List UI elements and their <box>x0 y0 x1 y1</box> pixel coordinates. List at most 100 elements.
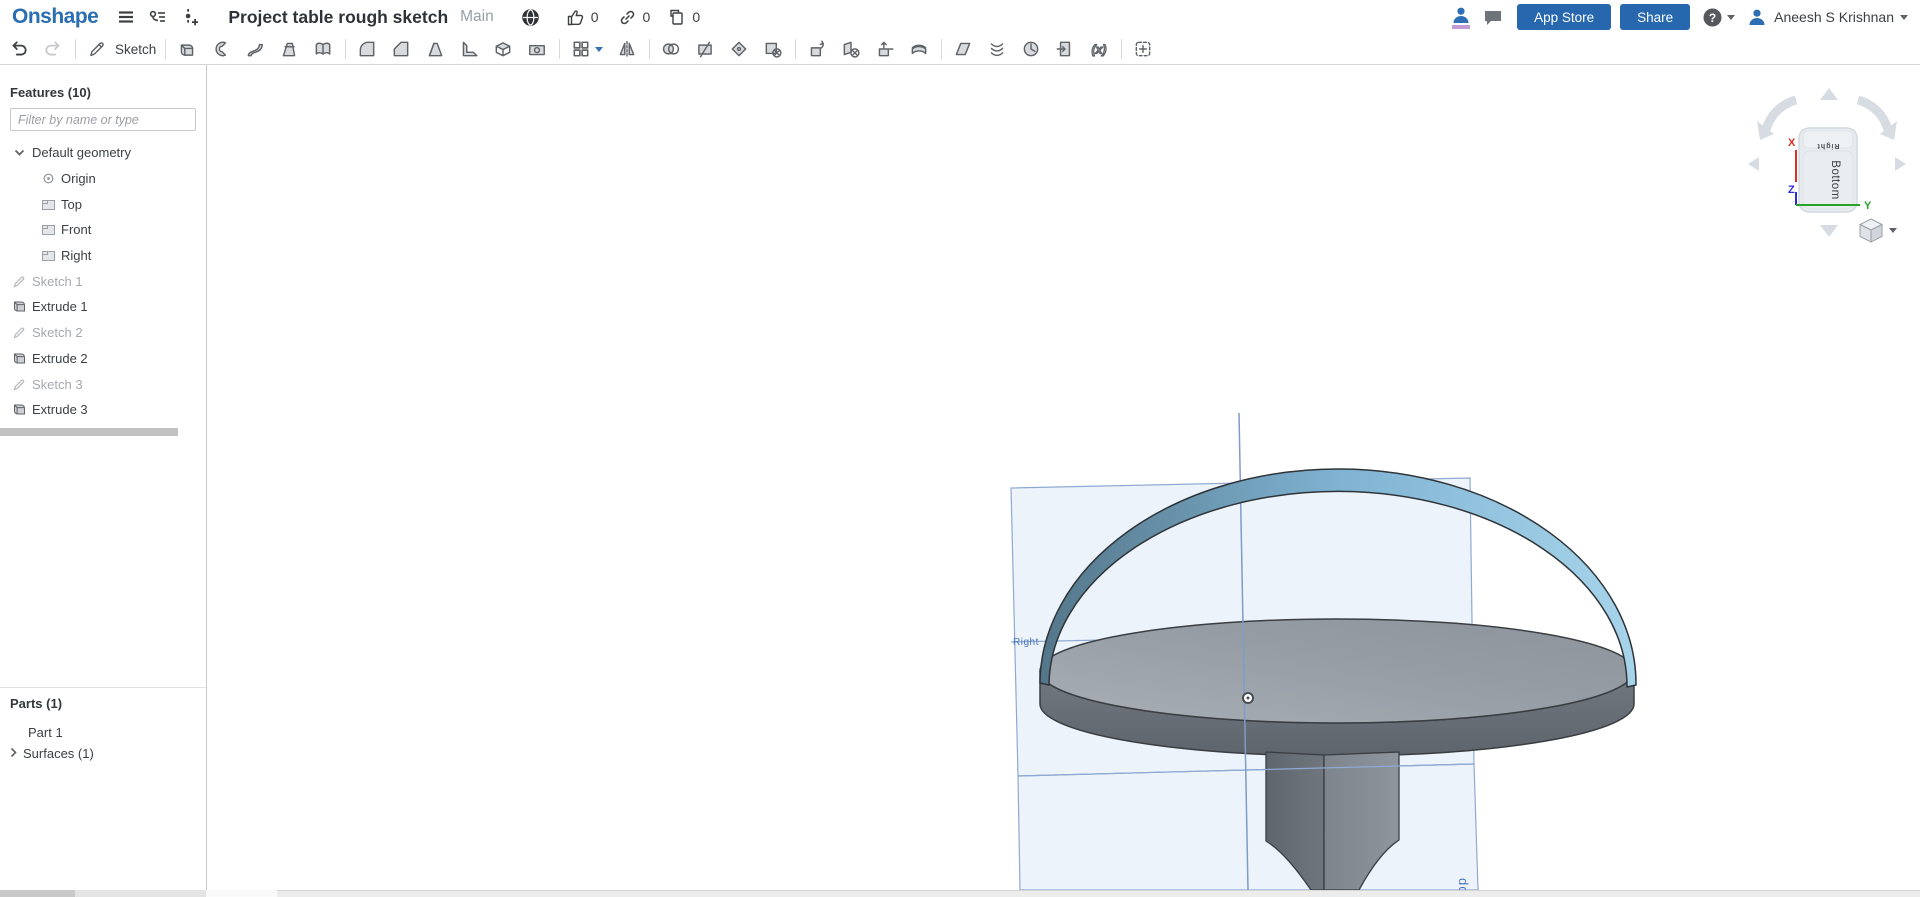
custom-feature-button[interactable] <box>1130 36 1156 62</box>
table-top-part[interactable] <box>1039 618 1635 757</box>
tree-item-extrude2[interactable]: Extrude 2 <box>0 346 206 372</box>
help-icon[interactable]: ? <box>1702 7 1736 28</box>
cube-front-face-label[interactable]: Bottom <box>1829 160 1841 199</box>
replace-face-button[interactable] <box>838 36 864 62</box>
sketch-button[interactable] <box>84 36 110 62</box>
tree-item-plane-top[interactable]: Top <box>0 191 206 217</box>
table-top-face[interactable] <box>1039 618 1635 724</box>
view-options-button[interactable] <box>1858 218 1897 243</box>
tree-item-plane-front[interactable]: Front <box>0 217 206 243</box>
sketch-icon <box>11 325 27 341</box>
loft-button[interactable] <box>276 36 302 62</box>
tree-item-extrude1[interactable]: Extrude 1 <box>0 294 206 320</box>
transform-button[interactable] <box>872 36 898 62</box>
like-counter[interactable]: 0 <box>566 8 599 27</box>
fillet-button[interactable] <box>354 36 380 62</box>
tree-item-sketch2[interactable]: Sketch 2 <box>0 320 206 346</box>
surfaces-group[interactable]: Surfaces (1) <box>8 746 94 761</box>
onshape-logo[interactable]: Onshape <box>12 5 99 29</box>
view-cube[interactable]: Right Bottom <box>1798 127 1858 213</box>
sweep-button[interactable] <box>242 36 268 62</box>
roll-ccw-arrow-icon[interactable] <box>1761 95 1798 132</box>
view-cube-widget[interactable]: Right Bottom X Z Y <box>1744 78 1910 244</box>
cube-top-face-label[interactable]: Right <box>1817 142 1840 149</box>
app-header: Onshape Project table rough sketch Main … <box>0 0 1920 34</box>
hamburger-menu-icon[interactable] <box>117 8 135 26</box>
share-button[interactable]: Share <box>1620 4 1691 30</box>
tree-item-sketch3[interactable]: Sketch 3 <box>0 371 206 397</box>
toolbar-separator <box>345 39 347 59</box>
point-button[interactable] <box>1018 36 1044 62</box>
user-menu-caret-icon[interactable] <box>1900 14 1908 20</box>
bottom-tab-active[interactable] <box>0 890 75 897</box>
tree-item-default-geometry[interactable]: Default geometry <box>0 140 206 166</box>
undo-button[interactable] <box>6 36 32 62</box>
versions-history-icon[interactable] <box>148 8 167 27</box>
presence-avatar[interactable] <box>1451 5 1471 29</box>
variable-button[interactable]: (x) <box>1086 36 1112 62</box>
y-axis-label: Y <box>1864 200 1872 212</box>
hole-button[interactable] <box>524 36 550 62</box>
svg-text:(x): (x) <box>1092 43 1107 57</box>
plane-icon <box>40 222 56 238</box>
horizontal-scrollbar[interactable] <box>0 428 178 436</box>
extrude-icon <box>11 350 27 366</box>
chat-icon[interactable] <box>1483 7 1503 27</box>
chevron-down-icon[interactable] <box>11 145 27 161</box>
tree-item-plane-right[interactable]: Right <box>0 243 206 269</box>
shell-button[interactable] <box>490 36 516 62</box>
toolbar-separator <box>649 39 651 59</box>
bottom-tab-bar[interactable] <box>277 890 1920 897</box>
move-face-button[interactable] <box>804 36 830 62</box>
document-title: Project table rough sketch <box>228 6 449 27</box>
boolean-button[interactable] <box>658 36 684 62</box>
tree-item-origin[interactable]: Origin <box>0 166 206 192</box>
features-panel-title: Features (10) <box>10 85 91 100</box>
linear-pattern-button[interactable] <box>568 36 606 62</box>
revolve-button[interactable] <box>208 36 234 62</box>
sketch-button-label[interactable]: Sketch <box>115 42 156 57</box>
panel-divider <box>0 687 206 688</box>
insert-element-icon[interactable] <box>182 8 199 27</box>
part-item[interactable]: Part 1 <box>28 725 63 740</box>
workspace-name[interactable]: Main <box>460 8 494 26</box>
parts-panel-title: Parts (1) <box>10 696 63 711</box>
feature-toolbar: Sketch (x) <box>0 34 1920 65</box>
user-avatar[interactable] <box>1747 7 1767 27</box>
mirror-button[interactable] <box>614 36 640 62</box>
redo-button[interactable] <box>40 36 66 62</box>
feature-filter-input[interactable] <box>10 108 196 131</box>
tree-item-sketch1[interactable]: Sketch 1 <box>0 268 206 294</box>
helix-button[interactable] <box>984 36 1010 62</box>
bottom-tab-bar-gap <box>206 890 277 897</box>
extrude-button[interactable] <box>174 36 200 62</box>
link-counter[interactable]: 0 <box>618 8 650 27</box>
plane-button[interactable] <box>950 36 976 62</box>
app-store-button[interactable]: App Store <box>1517 4 1612 30</box>
delete-face-button[interactable] <box>760 36 786 62</box>
user-name[interactable]: Aneesh S Krishnan <box>1774 9 1894 25</box>
modify-fillet-button[interactable] <box>726 36 752 62</box>
draft-button[interactable] <box>422 36 448 62</box>
plane-icon <box>40 196 56 212</box>
split-button[interactable] <box>692 36 718 62</box>
tree-item-extrude3[interactable]: Extrude 3 <box>0 397 206 423</box>
offset-surface-button[interactable] <box>906 36 932 62</box>
svg-text:?: ? <box>1709 11 1716 25</box>
globe-icon[interactable] <box>521 8 540 27</box>
model-canvas[interactable]: Right Top <box>207 65 1920 890</box>
pattern-dropdown-caret-icon[interactable] <box>595 46 604 52</box>
thicken-button[interactable] <box>310 36 336 62</box>
origin-point[interactable] <box>1242 692 1254 704</box>
rib-button[interactable] <box>456 36 482 62</box>
extrude-icon <box>11 299 27 315</box>
derived-button[interactable] <box>1052 36 1078 62</box>
roll-cw-arrow-icon[interactable] <box>1856 95 1893 132</box>
rotate-down-arrow-icon <box>1820 225 1838 237</box>
graphics-viewport[interactable]: Right Top Right Bottom X Z Y <box>207 65 1920 890</box>
feature-list-panel: Features (10) Default geometry Origin To… <box>0 65 207 890</box>
chevron-right-icon[interactable] <box>8 746 19 761</box>
chamfer-button[interactable] <box>388 36 414 62</box>
plane-icon <box>40 248 56 264</box>
copy-counter[interactable]: 0 <box>667 8 700 27</box>
